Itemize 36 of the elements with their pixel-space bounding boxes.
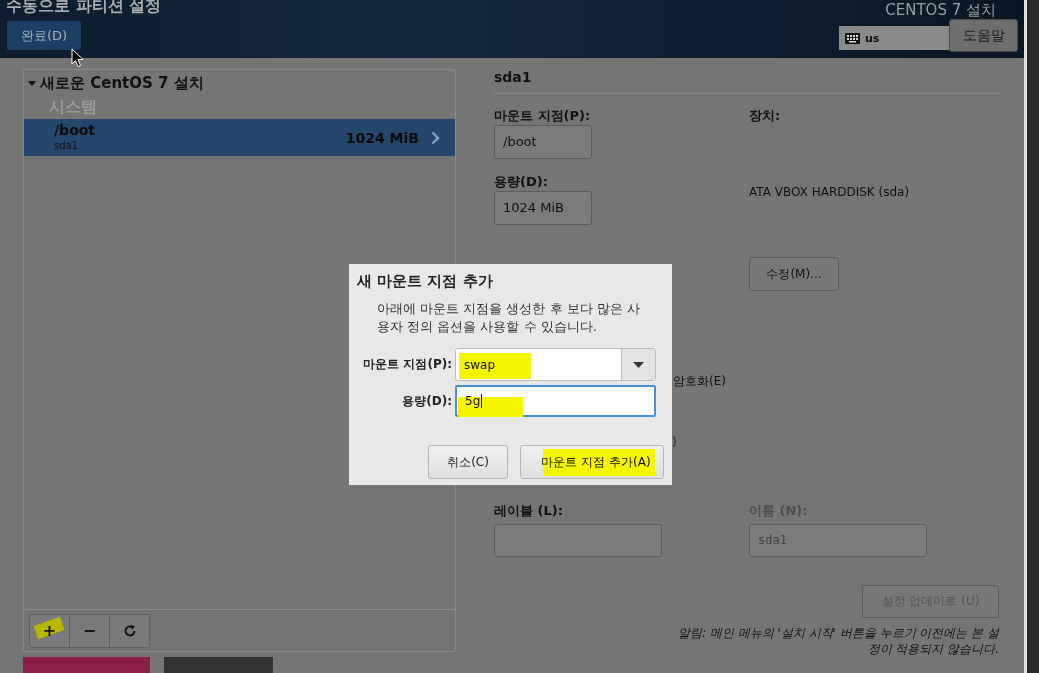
chevron-right-icon — [431, 130, 440, 145]
capacity-field[interactable]: 1024 MiB — [494, 191, 592, 225]
device-label: sda1 — [54, 139, 80, 153]
capacity-input[interactable]: 5g — [455, 385, 656, 417]
dialog-title: 새 마운트 지점 추가 — [357, 272, 494, 292]
encrypt-checkbox-label: 암호화(E) — [673, 373, 726, 390]
dropdown-arrow-icon — [633, 361, 644, 368]
capacity-label: 용량(D): — [401, 392, 453, 410]
partition-title: sda1 — [494, 69, 533, 86]
refresh-icon — [122, 623, 137, 638]
dialog-description: 아래에 마운트 지점을 생성한 후 보다 많은 사용자 정의 옵션을 사용할 수 있습니다. — [377, 300, 641, 336]
modify-button[interactable]: 수정(M)... — [749, 257, 839, 291]
notice-text: 알림: 메인 메뉴의 '설치 시작' 버튼을 누르기 이전에는 본 설정이 적용되지 않습니다. — [677, 625, 999, 657]
mount-point-label: 마운트 지점(P): — [362, 356, 453, 373]
cancel-button[interactable]: 취소(C) — [428, 445, 508, 479]
tree-group-header[interactable]: 새로운 CentOS 7 설치 — [24, 70, 455, 94]
help-button[interactable]: 도움말 — [949, 19, 1018, 52]
device-label: 장치: — [749, 107, 782, 125]
label-field[interactable] — [494, 524, 662, 557]
refresh-button[interactable] — [109, 613, 150, 648]
mount-point-combo[interactable]: swap — [455, 348, 656, 381]
capacity-label: 용량(D): — [494, 173, 549, 191]
done-button[interactable]: 완료(D) — [6, 20, 82, 51]
label-label: 레이블 (L): — [494, 502, 564, 520]
add-button[interactable]: + — [29, 613, 70, 648]
size-label: 1024 MiB — [345, 129, 419, 146]
keyboard-icon — [845, 32, 860, 44]
mount-point-label: 마운트 지점(P): — [494, 107, 592, 125]
keyboard-layout-field[interactable]: us — [839, 26, 949, 50]
text-fragment: ) — [672, 435, 677, 449]
mouse-pointer-icon — [71, 48, 84, 68]
mount-point-field[interactable]: /boot — [494, 125, 592, 159]
remove-button[interactable]: − — [69, 613, 110, 648]
mount-point-label: /boot — [54, 122, 97, 139]
device-name: ATA VBOX HARDDISK (sda) — [749, 185, 911, 199]
product-title: CENTOS 7 설치 — [885, 3, 996, 18]
